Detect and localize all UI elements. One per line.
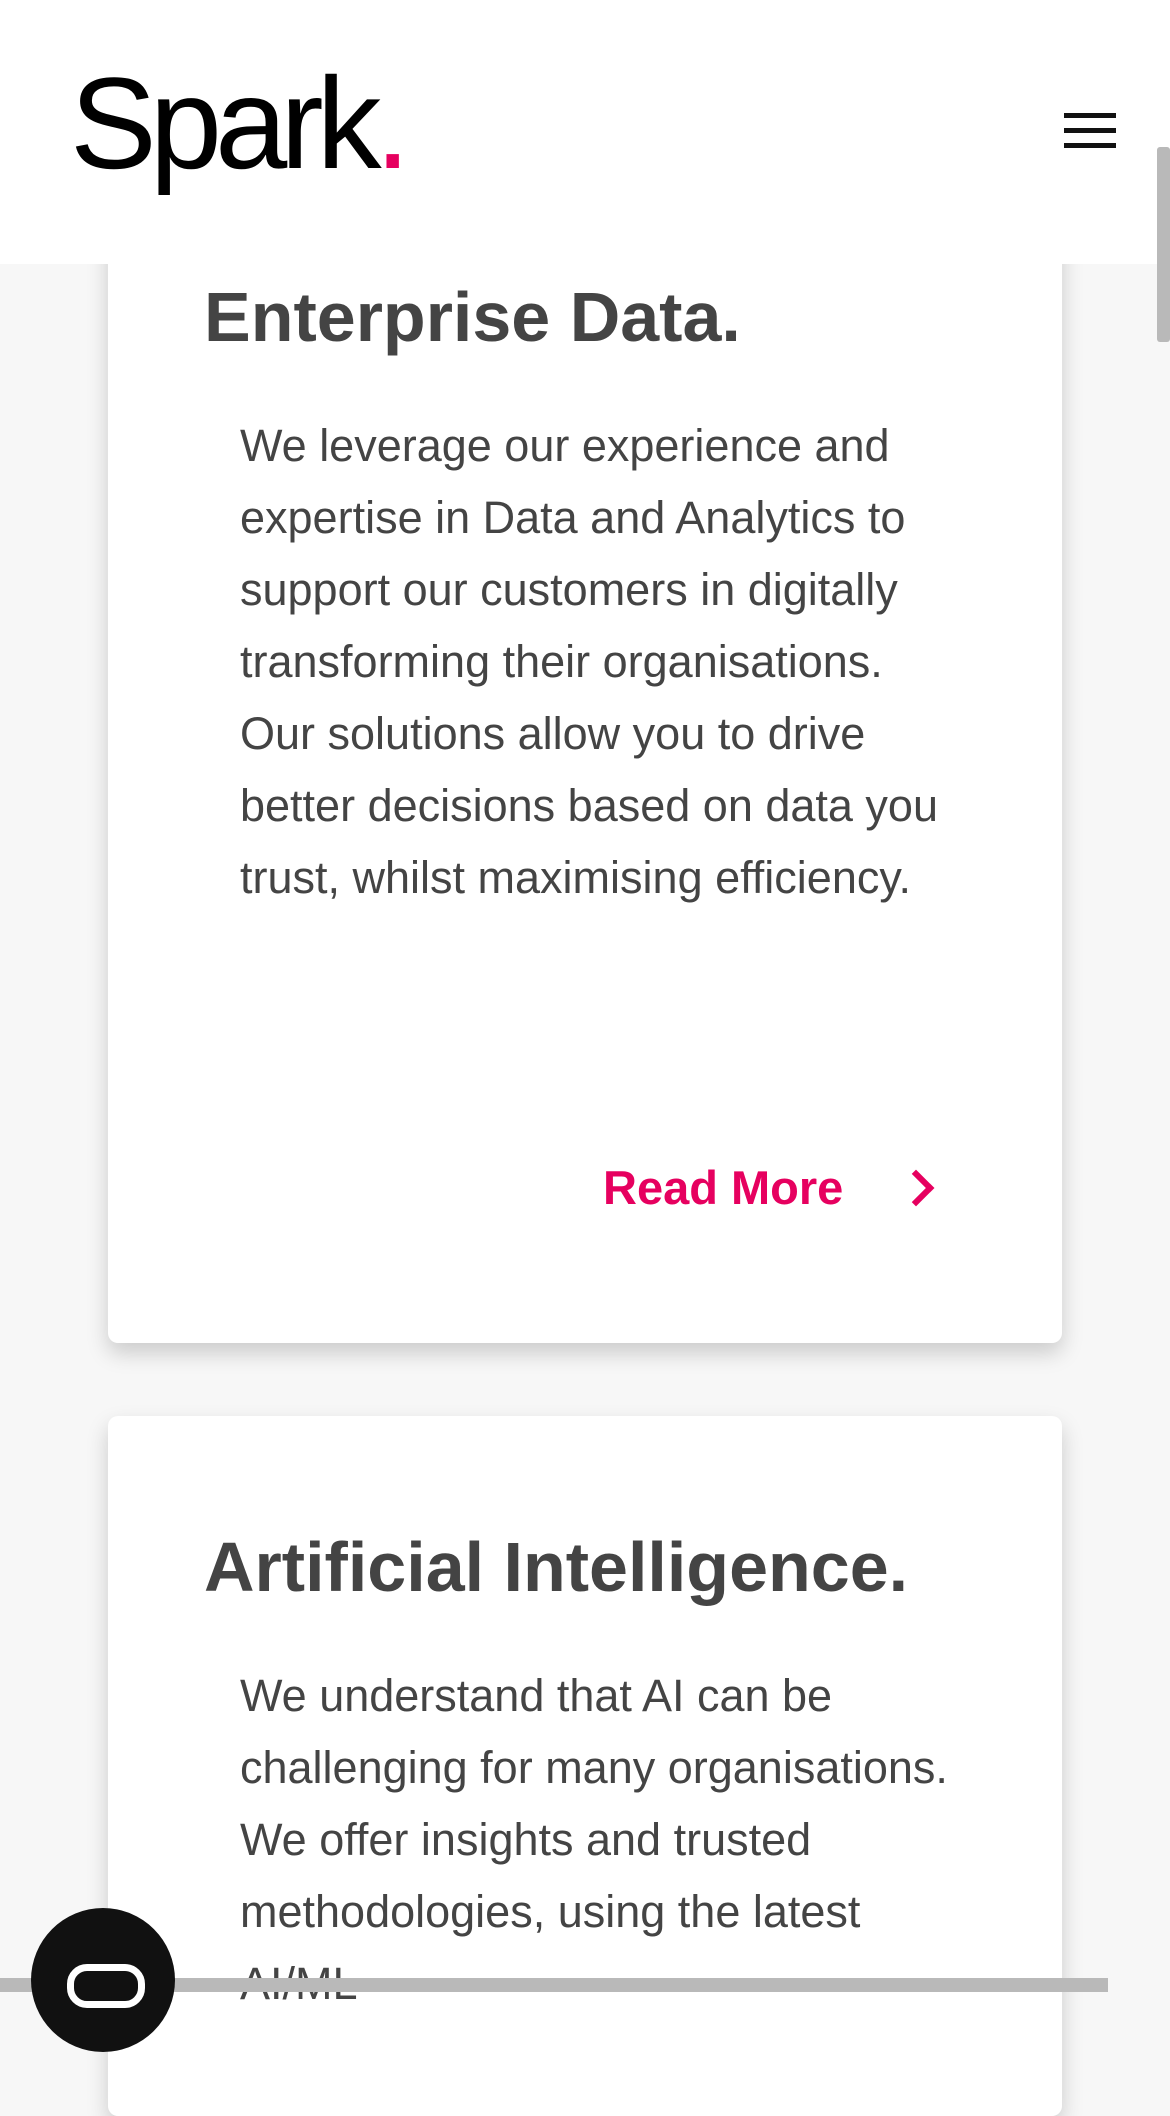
service-card-enterprise-data: Enterprise Data. We leverage our experie… <box>108 160 1062 1343</box>
chat-icon <box>67 1964 145 2008</box>
card-title: Artificial Intelligence. <box>204 1528 909 1606</box>
menu-bar <box>1064 143 1116 148</box>
menu-bar <box>1064 113 1116 118</box>
logo-text: Spark <box>70 50 382 196</box>
spark-logo[interactable]: Spark. <box>70 58 411 188</box>
hamburger-menu-icon[interactable] <box>1061 108 1119 152</box>
service-card-artificial-intelligence: Artificial Intelligence. We understand t… <box>108 1416 1062 2116</box>
vertical-scrollbar-thumb[interactable] <box>1157 147 1170 342</box>
chevron-right-icon <box>897 1169 935 1206</box>
chat-widget-button[interactable] <box>31 1908 175 2052</box>
card-description: We leverage our experience and expertise… <box>240 420 938 903</box>
site-header: Spark. <box>0 0 1170 264</box>
menu-bar <box>1064 128 1116 133</box>
logo-dot: . <box>374 50 411 196</box>
read-more-label: Read More <box>603 1161 844 1214</box>
card-description: We understand that AI can be challenging… <box>240 1670 948 2009</box>
card-title: Enterprise Data. <box>204 278 741 356</box>
read-more-link[interactable]: Read More <box>603 1160 935 1215</box>
